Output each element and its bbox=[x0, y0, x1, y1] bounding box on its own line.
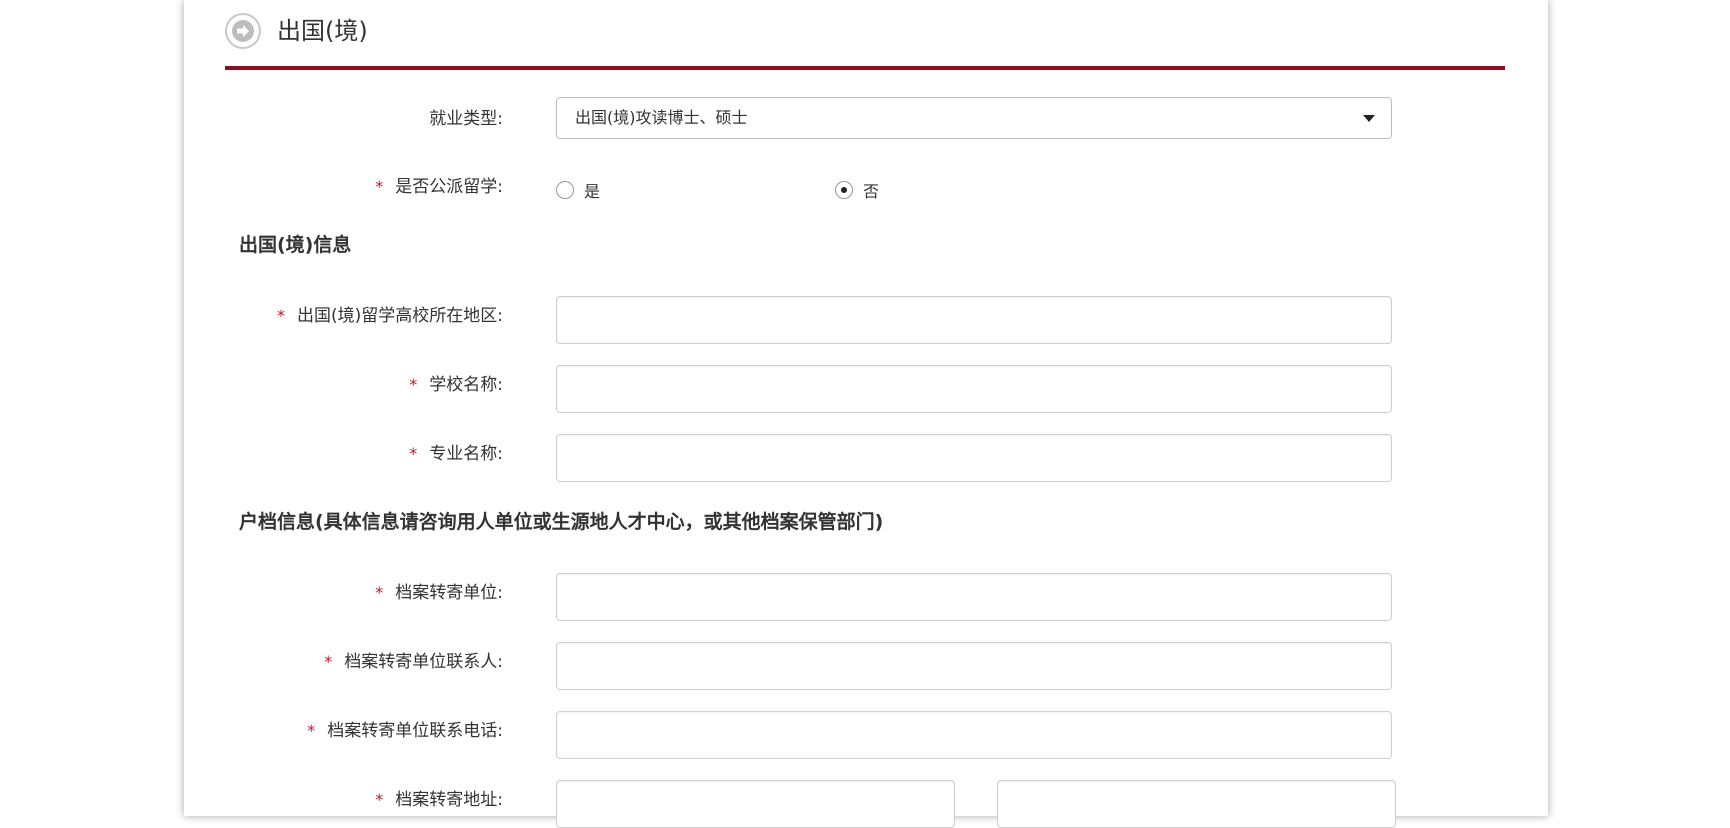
archive-address-input-2[interactable] bbox=[997, 780, 1396, 828]
caret-down-icon bbox=[1363, 115, 1375, 122]
required-mark: * bbox=[375, 583, 384, 602]
archive-phone-row: * 档案转寄单位联系电话: bbox=[184, 711, 1548, 759]
required-mark: * bbox=[409, 444, 418, 463]
archive-unit-input[interactable] bbox=[556, 573, 1392, 621]
archive-address-label: * 档案转寄地址: bbox=[375, 788, 503, 812]
required-mark: * bbox=[375, 790, 384, 809]
archive-unit-row: * 档案转寄单位: bbox=[184, 573, 1548, 621]
radio-no-label: 否 bbox=[863, 182, 880, 201]
public-funded-label: * 是否公派留学: bbox=[375, 175, 503, 199]
arrow-right-circle-icon bbox=[225, 13, 261, 49]
abroad-region-row: * 出国(境)留学高校所在地区: bbox=[184, 296, 1548, 344]
major-name-input[interactable] bbox=[556, 434, 1392, 482]
public-funded-label-text: 是否公派留学: bbox=[395, 177, 503, 197]
major-name-label-text: 专业名称: bbox=[429, 444, 503, 464]
page-title: 出国(境) bbox=[277, 17, 368, 45]
abroad-region-label-text: 出国(境)留学高校所在地区: bbox=[297, 306, 503, 326]
employment-type-label: 就业类型: bbox=[429, 109, 503, 129]
form-panel: 出国(境) 就业类型: 出国(境)攻读博士、硕士 * 是否公派留学: 是 否 出国… bbox=[184, 0, 1548, 828]
archive-address-input-1[interactable] bbox=[556, 780, 955, 828]
abroad-region-label: * 出国(境)留学高校所在地区: bbox=[277, 304, 503, 328]
major-name-row: * 专业名称: bbox=[184, 434, 1548, 482]
radio-unchecked-icon bbox=[556, 181, 574, 199]
archive-contact-row: * 档案转寄单位联系人: bbox=[184, 642, 1548, 690]
school-name-label: * 学校名称: bbox=[409, 373, 503, 397]
abroad-info-section-title: 出国(境)信息 bbox=[239, 234, 352, 256]
employment-type-selected-value: 出国(境)攻读博士、硕士 bbox=[575, 108, 748, 127]
school-name-input[interactable] bbox=[556, 365, 1392, 413]
archive-phone-label: * 档案转寄单位联系电话: bbox=[307, 719, 503, 743]
employment-type-row: 就业类型: 出国(境)攻读博士、硕士 bbox=[184, 97, 1548, 141]
required-mark: * bbox=[324, 652, 333, 671]
archive-address-row: * 档案转寄地址: bbox=[184, 780, 1548, 828]
archive-phone-input[interactable] bbox=[556, 711, 1392, 759]
archive-phone-label-text: 档案转寄单位联系电话: bbox=[327, 721, 503, 741]
required-mark: * bbox=[307, 721, 316, 740]
archive-address-label-text: 档案转寄地址: bbox=[395, 790, 503, 810]
required-mark: * bbox=[409, 375, 418, 394]
school-name-row: * 学校名称: bbox=[184, 365, 1548, 413]
archive-unit-label: * 档案转寄单位: bbox=[375, 581, 503, 605]
abroad-region-input[interactable] bbox=[556, 296, 1392, 344]
required-mark: * bbox=[277, 306, 285, 325]
required-mark: * bbox=[375, 177, 384, 196]
section-header: 出国(境) bbox=[225, 0, 1505, 70]
archive-info-section-title: 户档信息(具体信息请咨询用人单位或生源地人才中心，或其他档案保管部门) bbox=[239, 511, 884, 533]
radio-public-funded-yes[interactable]: 是 bbox=[556, 178, 600, 202]
employment-type-select[interactable]: 出国(境)攻读博士、硕士 bbox=[556, 97, 1392, 139]
public-funded-row: * 是否公派留学: 是 否 bbox=[184, 174, 1548, 204]
major-name-label: * 专业名称: bbox=[409, 442, 503, 466]
radio-yes-label: 是 bbox=[584, 182, 601, 201]
archive-unit-label-text: 档案转寄单位: bbox=[395, 583, 503, 603]
archive-contact-label: * 档案转寄单位联系人: bbox=[324, 650, 503, 674]
archive-contact-label-text: 档案转寄单位联系人: bbox=[344, 652, 503, 672]
school-name-label-text: 学校名称: bbox=[429, 375, 503, 395]
radio-checked-icon bbox=[835, 181, 853, 199]
radio-public-funded-no[interactable]: 否 bbox=[835, 178, 879, 202]
archive-contact-input[interactable] bbox=[556, 642, 1392, 690]
